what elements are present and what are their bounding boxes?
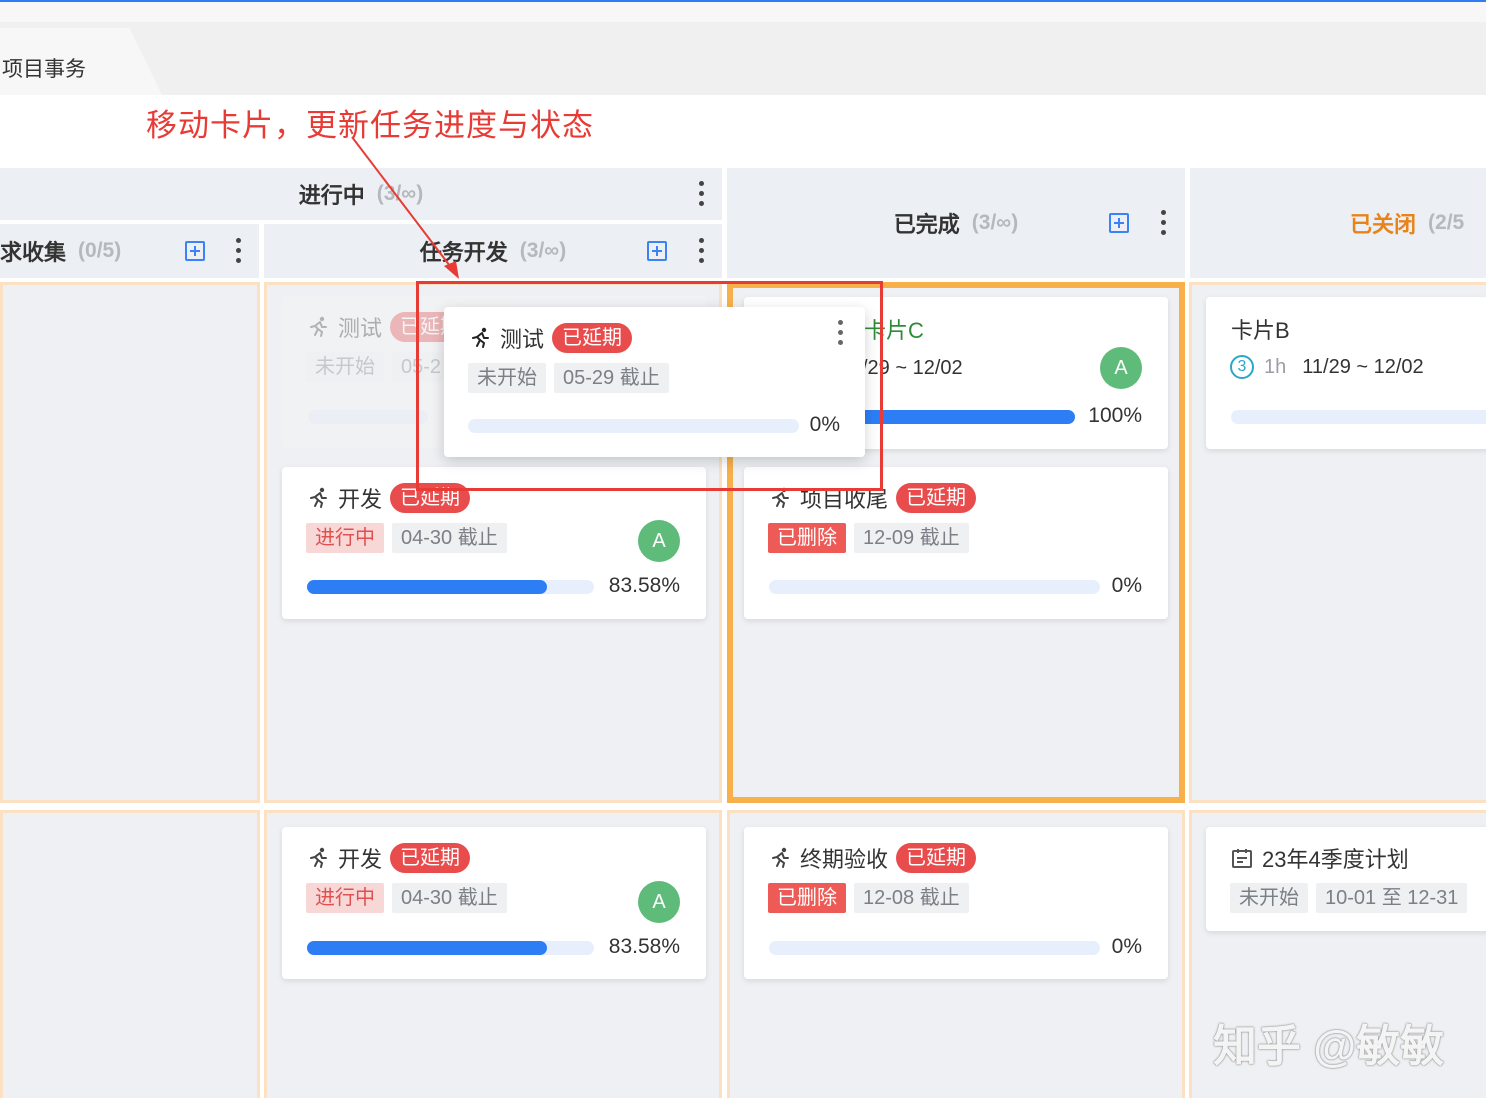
card-title: 开发 — [338, 487, 383, 512]
status-tag: 未开始 — [1230, 883, 1308, 913]
card-acceptance[interactable]: 终期验收 已延期 已删除 12-08 截止 0% — [744, 827, 1168, 979]
lane-cell[interactable] — [0, 810, 260, 1098]
progress-track — [307, 941, 594, 955]
progress-fill — [307, 941, 547, 955]
progress-fill — [307, 580, 547, 594]
card-dates: 11/29 ~ 12/02 — [1302, 355, 1424, 378]
status-tag: 未开始 — [306, 352, 384, 382]
annotation-arrow — [351, 136, 459, 279]
runner-icon — [772, 847, 789, 868]
due-tag: 04-30 截止 — [392, 883, 507, 913]
card-plan[interactable]: 23年4季度计划 未开始 10-01 至 12-31 — [1206, 827, 1486, 931]
lane-cell[interactable] — [0, 282, 260, 803]
date-range-tag: 10-01 至 12-31 — [1316, 883, 1468, 913]
status-tag: 已删除 — [768, 523, 846, 553]
card-hours: 1h — [1264, 355, 1287, 378]
progress-track — [307, 580, 594, 594]
avatar[interactable]: A — [1100, 347, 1142, 389]
delayed-badge: 已延期 — [896, 843, 977, 873]
runner-icon — [310, 487, 327, 508]
card-b[interactable]: 卡片B 3 1h 11/29 ~ 12/02 — [1206, 297, 1486, 449]
progress-percent: 83.58% — [608, 935, 680, 958]
card-title: 23年4季度计划 — [1262, 847, 1409, 872]
due-tag: 12-08 截止 — [854, 883, 969, 913]
runner-icon — [310, 847, 327, 868]
avatar[interactable]: A — [638, 520, 680, 562]
progress-percent: 0% — [1111, 935, 1142, 958]
calendar-icon — [1232, 849, 1252, 868]
progress-percent: 0% — [1111, 574, 1142, 597]
delayed-badge: 已延期 — [390, 843, 471, 873]
circled-number-icon: 3 — [1230, 355, 1254, 379]
watermark: 知乎 @敏敏 — [1213, 1022, 1445, 1071]
card-title: 开发 — [338, 847, 383, 872]
due-tag: 04-30 截止 — [392, 523, 507, 553]
card-title: 测试 — [338, 316, 383, 341]
card-title: 终期验收 — [800, 847, 889, 872]
status-tag: 已删除 — [768, 883, 846, 913]
runner-icon — [310, 316, 327, 337]
avatar[interactable]: A — [638, 881, 680, 923]
progress-track — [769, 580, 1100, 594]
card-dev[interactable]: 开发 已延期 进行中 04-30 截止 A 83.58% — [282, 827, 706, 979]
delayed-badge: 已延期 — [896, 483, 977, 513]
status-tag: 进行中 — [306, 523, 384, 553]
due-tag: 12-09 截止 — [854, 523, 969, 553]
progress-percent: 83.58% — [608, 574, 680, 597]
progress-track — [769, 941, 1100, 955]
card-title: 卡片B — [1231, 318, 1290, 343]
progress-track — [1231, 410, 1486, 424]
status-tag: 进行中 — [306, 883, 384, 913]
progress-track — [308, 410, 428, 424]
progress-percent: 100% — [1088, 404, 1142, 427]
annotation-box — [416, 281, 883, 491]
